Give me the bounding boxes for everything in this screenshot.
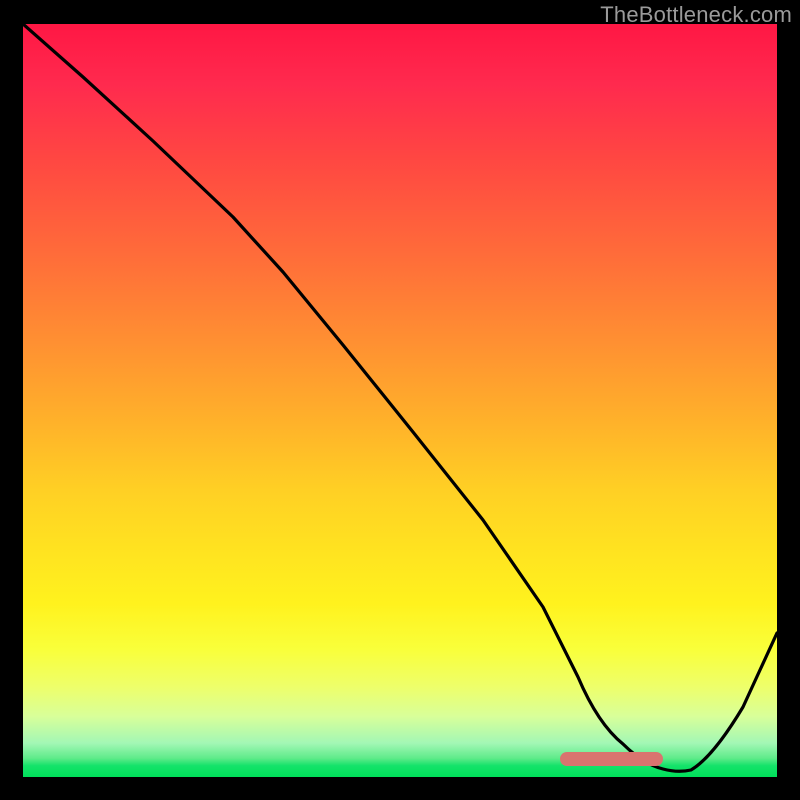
chart-background-gradient — [23, 24, 777, 777]
optimal-range-marker — [560, 752, 663, 766]
chart-plot-area — [23, 24, 777, 777]
